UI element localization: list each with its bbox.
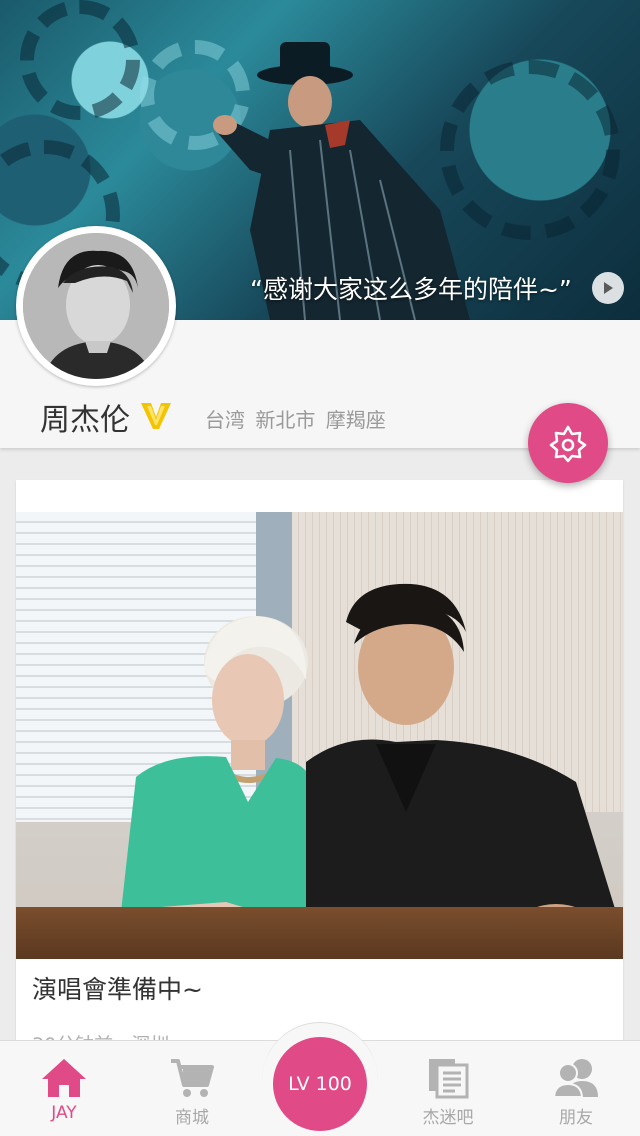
post-caption: 演唱會準備中~ bbox=[32, 975, 203, 1004]
tab-label: 杰迷吧 bbox=[422, 1108, 474, 1128]
photo-table bbox=[16, 907, 623, 959]
tab-label: 朋友 bbox=[559, 1108, 593, 1128]
gear-decoration bbox=[20, 0, 140, 120]
post-photo[interactable] bbox=[16, 512, 623, 959]
avatar[interactable] bbox=[16, 226, 176, 386]
flower-icon bbox=[549, 425, 587, 463]
tab-shop[interactable]: 商城 bbox=[128, 1041, 256, 1136]
tab-fan-club[interactable]: 杰迷吧 bbox=[384, 1041, 512, 1136]
play-icon bbox=[604, 282, 613, 294]
post-photo-people bbox=[31, 583, 616, 942]
tab-label: JAY bbox=[51, 1103, 77, 1123]
documents-icon bbox=[429, 1059, 469, 1099]
play-button[interactable] bbox=[592, 272, 624, 304]
avatar-portrait-image bbox=[23, 233, 169, 379]
tab-jay[interactable]: JAY bbox=[0, 1041, 128, 1136]
home-icon bbox=[42, 1059, 86, 1097]
post-card[interactable]: 演唱會準備中~ 30分钟前 · 深圳 bbox=[16, 480, 623, 1100]
cover-quote: “感谢大家这么多年的陪伴~” bbox=[250, 275, 572, 304]
level-button[interactable]: LV 100 bbox=[273, 1037, 367, 1131]
tab-label: 商城 bbox=[175, 1108, 209, 1128]
people-icon bbox=[552, 1059, 598, 1098]
tab-friends[interactable]: 朋友 bbox=[512, 1041, 640, 1136]
cart-icon bbox=[171, 1059, 214, 1097]
verified-v-badge-icon bbox=[141, 403, 171, 429]
profile-name: 周杰伦 bbox=[40, 403, 130, 438]
flower-action-button[interactable] bbox=[528, 403, 608, 483]
profile-location: 台湾 新北市 摩羯座 bbox=[205, 408, 386, 432]
